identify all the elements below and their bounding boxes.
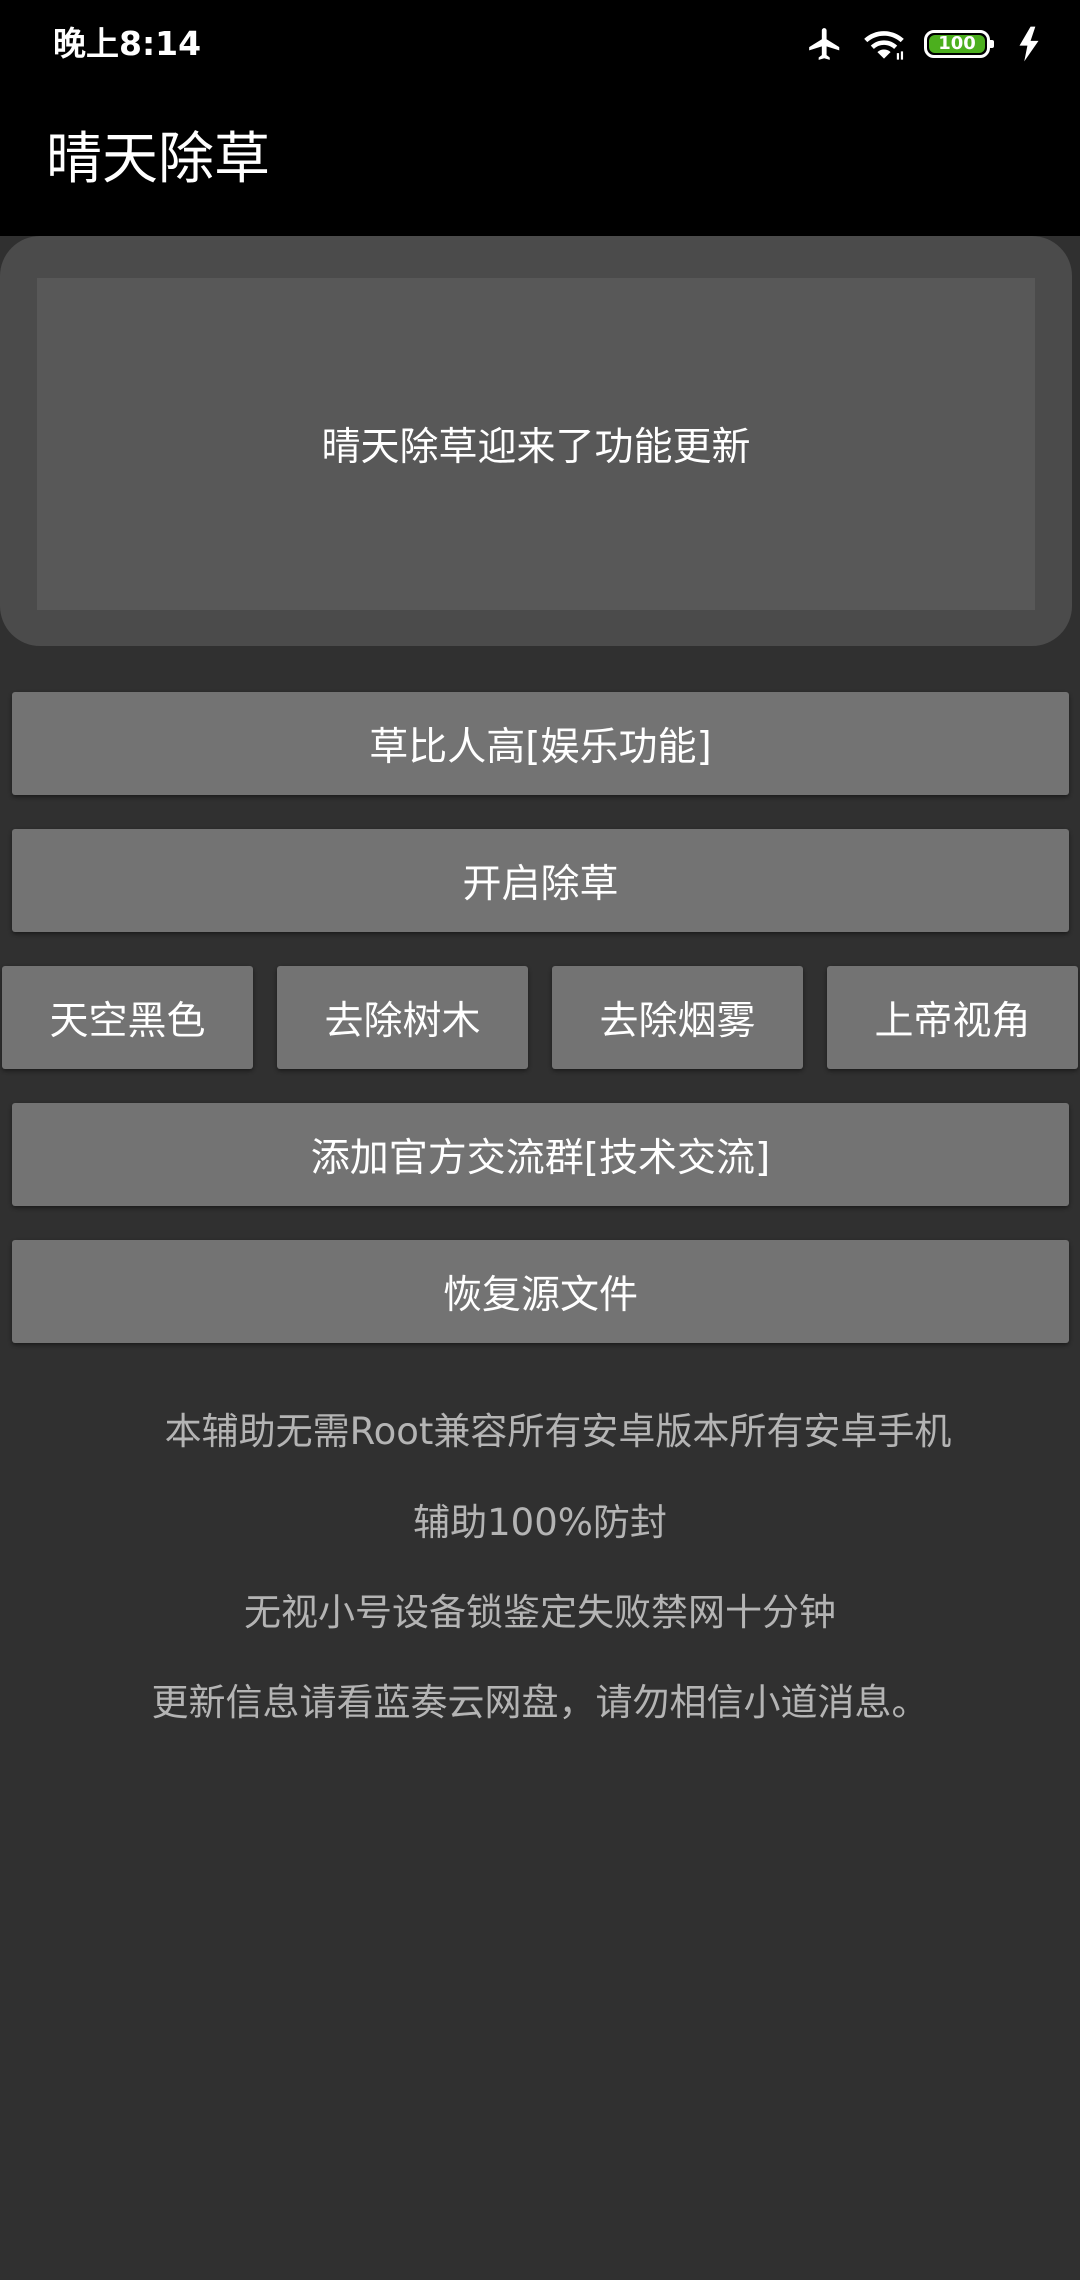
grass-tall-button[interactable]: 草比人高[娱乐功能] <box>12 692 1069 795</box>
info-line-update-notice: 更新信息请看蓝奏云网盘，请勿相信小道消息。 <box>151 1681 929 1724</box>
battery-level: 100 <box>938 33 976 54</box>
banner-card: 晴天除草迎来了功能更新 <box>0 236 1072 646</box>
status-bar: 晚上8:14 100 <box>0 0 1080 88</box>
info-line-compat: 本辅助无需Root兼容所有安卓版本所有安卓手机 <box>164 1410 952 1453</box>
charging-icon <box>1014 25 1044 63</box>
battery-icon: 100 <box>924 30 994 58</box>
banner-text: 晴天除草迎来了功能更新 <box>321 425 751 470</box>
info-line-antiban: 辅助100%防封 <box>413 1501 667 1544</box>
god-view-button[interactable]: 上帝视角 <box>827 966 1078 1069</box>
start-weeding-button[interactable]: 开启除草 <box>12 829 1069 932</box>
app-title: 晴天除草 <box>46 127 270 192</box>
airplane-icon <box>806 25 844 63</box>
banner-inner: 晴天除草迎来了功能更新 <box>37 278 1035 610</box>
remove-trees-button[interactable]: 去除树木 <box>277 966 528 1069</box>
join-group-button[interactable]: 添加官方交流群[技术交流] <box>12 1103 1069 1206</box>
sky-black-button[interactable]: 天空黑色 <box>2 966 253 1069</box>
status-icons: 100 <box>806 20 1044 68</box>
info-line-device-lock: 无视小号设备锁鉴定失败禁网十分钟 <box>244 1591 836 1634</box>
wifi-icon <box>862 25 906 63</box>
remove-smoke-button[interactable]: 去除烟雾 <box>552 966 803 1069</box>
restore-files-button[interactable]: 恢复源文件 <box>12 1240 1069 1343</box>
app-bar: 晴天除草 <box>0 88 1080 236</box>
status-time: 晚上8:14 <box>53 24 202 63</box>
